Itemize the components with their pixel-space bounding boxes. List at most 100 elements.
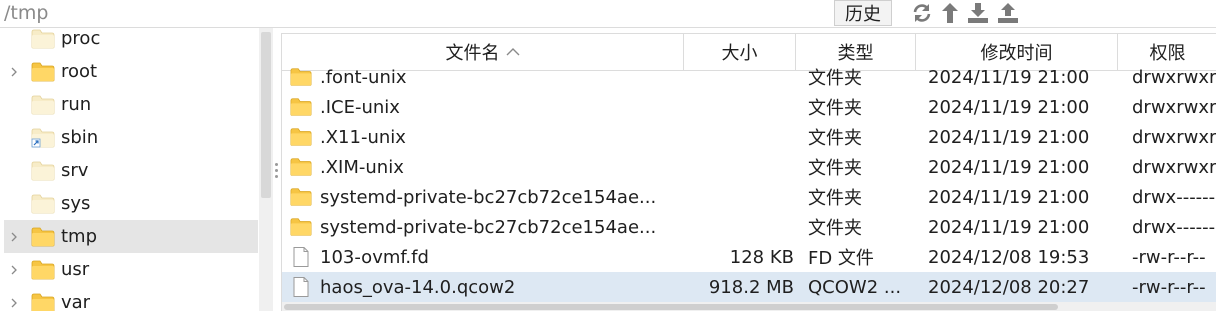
- file-row[interactable]: .font-unix 文件夹 2024/11/19 21:00 drwxrwxrwt: [282, 62, 1216, 92]
- download-icon[interactable]: [966, 1, 990, 25]
- chevron-right-icon[interactable]: [8, 66, 20, 78]
- folder-icon: [31, 293, 55, 311]
- path-input[interactable]: [0, 0, 826, 26]
- file-permissions: drwx------: [1132, 186, 1216, 208]
- file-name: haos_ova-14.0.qcow2: [320, 276, 516, 298]
- chevron-right-icon[interactable]: [8, 297, 20, 309]
- tree-item-label: proc: [61, 28, 101, 49]
- folder-icon: [31, 227, 55, 247]
- folder-icon: [31, 29, 55, 49]
- chevron-right-icon[interactable]: [8, 231, 20, 243]
- tree-item-label: usr: [61, 259, 90, 280]
- tree-item-usr[interactable]: usr: [4, 253, 258, 286]
- folder-icon: [31, 62, 55, 82]
- tree-item-sys[interactable]: sys: [4, 187, 258, 220]
- tree-item-var[interactable]: var: [4, 286, 258, 311]
- folder-icon: [31, 194, 55, 214]
- file-type: 文件夹: [808, 158, 862, 179]
- upload-icon[interactable]: [996, 1, 1020, 25]
- file-modified: 2024/11/19 21:00: [928, 186, 1090, 208]
- file-modified: 2024/12/08 20:27: [928, 276, 1090, 298]
- tree-scrollbar-thumb[interactable]: [261, 32, 271, 198]
- file-permissions: -rw-r--r--: [1132, 246, 1206, 268]
- file-name: 103-ovmf.fd: [320, 246, 429, 268]
- tree-item-label: srv: [61, 160, 89, 181]
- tree-item-label: root: [61, 61, 98, 82]
- file-row[interactable]: .ICE-unix 文件夹 2024/11/19 21:00 drwxrwxrwt: [282, 92, 1216, 122]
- folder-icon: [290, 127, 312, 147]
- folder-link-icon: [31, 128, 55, 148]
- refresh-icon[interactable]: [910, 1, 934, 25]
- file-type: FD 文件: [808, 248, 874, 269]
- tree-item-tmp[interactable]: tmp: [4, 220, 258, 253]
- tree-item-run[interactable]: run: [4, 88, 258, 121]
- file-name: systemd-private-bc27cb72ce154ae...: [320, 216, 657, 238]
- file-name: .ICE-unix: [320, 96, 400, 118]
- file-permissions: drwxrwxrwt: [1132, 96, 1216, 118]
- horizontal-scrollbar-thumb[interactable]: [284, 304, 1058, 310]
- tree-item-proc[interactable]: proc: [4, 28, 258, 55]
- tree-item-label: var: [61, 292, 91, 311]
- file-list: 文件名 大小 类型 修改时间 权限 .font-unix 文件夹 2024/11/1…: [281, 33, 1216, 311]
- file-type: 文件夹: [808, 98, 862, 119]
- file-row[interactable]: systemd-private-bc27cb72ce154ae... 文件夹 202…: [282, 182, 1216, 212]
- folder-icon: [290, 67, 312, 87]
- file-size: [684, 152, 794, 182]
- pane-splitter[interactable]: [273, 28, 281, 311]
- file-size: 918.2 MB: [708, 276, 794, 298]
- file-type: 文件夹: [808, 188, 862, 209]
- tree-scrollbar[interactable]: [259, 28, 273, 311]
- up-arrow-icon[interactable]: [938, 1, 962, 25]
- tree-item-label: tmp: [61, 226, 98, 247]
- file-type: 文件夹: [808, 68, 862, 89]
- tree-item-sbin[interactable]: sbin: [4, 121, 258, 154]
- file-permissions: -rw-r--r--: [1132, 276, 1206, 298]
- file-icon: [290, 247, 312, 267]
- file-modified: 2024/11/19 21:00: [928, 66, 1090, 88]
- tree-item-label: run: [61, 94, 92, 115]
- folder-icon: [31, 161, 55, 181]
- file-type: 文件夹: [808, 128, 862, 149]
- file-permissions: drwxrwxrwt: [1132, 156, 1216, 178]
- file-modified: 2024/11/19 21:00: [928, 156, 1090, 178]
- file-size: [684, 62, 794, 92]
- folder-icon: [31, 260, 55, 280]
- file-size: [684, 122, 794, 152]
- file-list-horizontal-scrollbar[interactable]: [282, 302, 1216, 311]
- file-row[interactable]: .X11-unix 文件夹 2024/11/19 21:00 drwxrwxrwt: [282, 122, 1216, 152]
- directory-tree: proc root run sbin srv sys tmp usr var: [0, 28, 258, 311]
- file-permissions: drwxrwxrwt: [1132, 66, 1216, 88]
- file-row[interactable]: .XIM-unix 文件夹 2024/11/19 21:00 drwxrwxrwt: [282, 152, 1216, 182]
- file-permissions: drwx------: [1132, 216, 1216, 238]
- sort-ascending-icon: [506, 47, 520, 57]
- file-permissions: drwxrwxrwt: [1132, 126, 1216, 148]
- file-row[interactable]: 103-ovmf.fd 128 KB FD 文件 2024/12/08 19:53 -r…: [282, 242, 1216, 272]
- path-toolbar: 历史: [0, 0, 1216, 28]
- file-name: systemd-private-bc27cb72ce154ae...: [320, 186, 657, 208]
- folder-icon: [290, 217, 312, 237]
- chevron-right-icon[interactable]: [8, 264, 20, 276]
- folder-icon: [31, 95, 55, 115]
- folder-icon: [290, 97, 312, 117]
- file-modified: 2024/11/19 21:00: [928, 126, 1090, 148]
- file-row[interactable]: systemd-private-bc27cb72ce154ae... 文件夹 202…: [282, 212, 1216, 242]
- folder-icon: [290, 187, 312, 207]
- tree-item-label: sys: [61, 193, 91, 214]
- file-type: 文件夹: [808, 218, 862, 239]
- tree-item-label: sbin: [61, 127, 99, 148]
- file-size: 128 KB: [729, 246, 794, 268]
- file-name: .font-unix: [320, 66, 407, 88]
- file-modified: 2024/11/19 21:00: [928, 96, 1090, 118]
- file-modified: 2024/12/08 19:53: [928, 246, 1090, 268]
- file-icon: [290, 277, 312, 297]
- file-type: QCOW2 ...: [808, 276, 902, 298]
- file-name: .XIM-unix: [320, 156, 404, 178]
- file-size: [684, 182, 794, 212]
- file-modified: 2024/11/19 21:00: [928, 216, 1090, 238]
- file-name: .X11-unix: [320, 126, 406, 148]
- tree-item-srv[interactable]: srv: [4, 154, 258, 187]
- file-row[interactable]: haos_ova-14.0.qcow2 918.2 MB QCOW2 ... 2024…: [282, 272, 1216, 302]
- history-button[interactable]: 历史: [834, 0, 892, 26]
- folder-icon: [290, 157, 312, 177]
- tree-item-root[interactable]: root: [4, 55, 258, 88]
